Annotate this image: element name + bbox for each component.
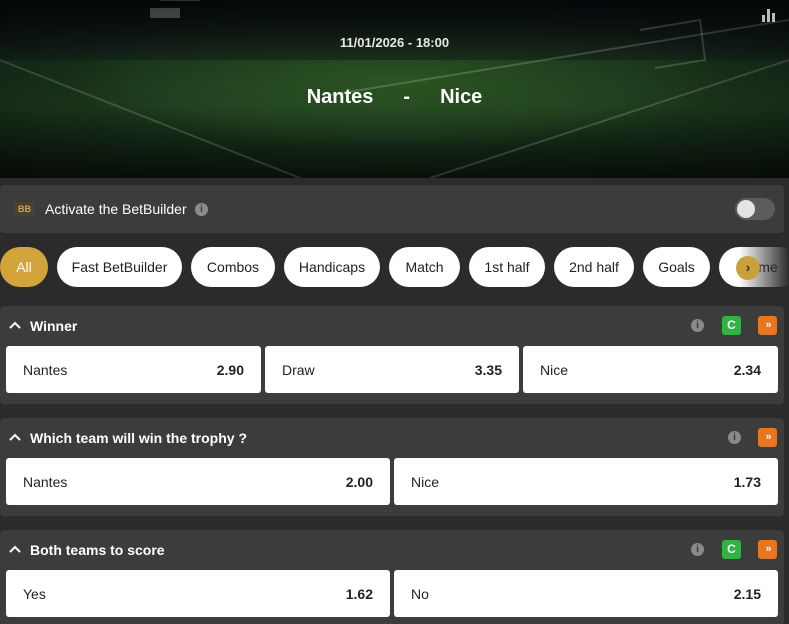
chevron-up-icon[interactable] — [8, 432, 22, 442]
outcome-label: Yes — [23, 586, 46, 602]
outcome-label: Nice — [411, 474, 440, 490]
match-teams: Nantes - Nice — [0, 86, 789, 109]
market-title: Winner — [30, 318, 78, 334]
filter-2nd-half[interactable]: 2nd half — [554, 247, 634, 287]
match-header: 11/01/2026 - 18:00 Nantes - Nice — [0, 0, 789, 178]
filter-combos[interactable]: Combos — [191, 247, 275, 287]
market-winner: Winner i C » Nantes 2.90 Draw 3.35 Nice … — [0, 306, 784, 404]
market-both-teams-score: Both teams to score i C » Yes 1.62 No 2.… — [0, 530, 784, 624]
fast-forward-icon[interactable]: » — [758, 428, 777, 447]
outcome-yes[interactable]: Yes 1.62 — [6, 570, 390, 617]
home-team-name: Nantes — [306, 86, 374, 108]
teams-separator: - — [403, 86, 411, 108]
market-title: Which team will win the trophy ? — [30, 430, 248, 446]
away-team-name: Nice — [440, 86, 483, 108]
chevron-up-icon[interactable] — [8, 320, 22, 330]
outcome-nice[interactable]: Nice 1.73 — [394, 458, 778, 505]
outcome-label: Nice — [540, 362, 569, 378]
chevron-up-icon[interactable] — [8, 544, 22, 554]
outcome-label: Nantes — [23, 362, 68, 378]
betbuilder-toggle[interactable] — [735, 198, 775, 220]
filter-match[interactable]: Match — [389, 247, 460, 287]
filter-1st-half[interactable]: 1st half — [469, 247, 545, 287]
outcome-label: No — [411, 586, 429, 602]
market-title: Both teams to score — [30, 542, 165, 558]
outcome-label: Draw — [282, 362, 315, 378]
outcome-odds: 2.15 — [733, 586, 761, 602]
info-icon[interactable]: i — [728, 431, 741, 444]
match-datetime: 11/01/2026 - 18:00 — [339, 35, 450, 50]
outcome-label: Nantes — [23, 474, 68, 490]
info-icon[interactable]: i — [691, 543, 704, 556]
cashout-icon: C — [722, 316, 741, 335]
info-icon[interactable]: i — [195, 203, 208, 216]
outcome-nice[interactable]: Nice 2.34 — [523, 346, 778, 393]
fast-forward-icon[interactable]: » — [758, 540, 777, 559]
outcome-draw[interactable]: Draw 3.35 — [265, 346, 519, 393]
betbuilder-label: Activate the BetBuilder — [45, 201, 187, 217]
cashout-icon: C — [722, 540, 741, 559]
outcome-odds: 1.73 — [733, 474, 761, 490]
outcome-odds: 2.00 — [345, 474, 373, 490]
market-trophy-winner: Which team will win the trophy ? i » Nan… — [0, 418, 784, 516]
filter-all[interactable]: All — [0, 247, 48, 287]
outcome-odds: 1.62 — [345, 586, 373, 602]
filter-handicaps[interactable]: Handicaps — [284, 247, 380, 287]
outcome-no[interactable]: No 2.15 — [394, 570, 778, 617]
fast-forward-icon[interactable]: » — [758, 316, 777, 335]
stats-icon[interactable] — [762, 6, 776, 22]
outcome-nantes[interactable]: Nantes 2.90 — [6, 346, 261, 393]
outcome-odds: 3.35 — [474, 362, 502, 378]
outcome-odds: 2.90 — [216, 362, 244, 378]
filter-goals[interactable]: Goals — [643, 247, 710, 287]
betbuilder-badge-icon: BB — [14, 202, 35, 216]
market-filter-bar: All Fast BetBuilder Combos Handicaps Mat… — [0, 245, 789, 291]
chevron-right-icon[interactable]: › — [736, 256, 760, 280]
betbuilder-bar: BB Activate the BetBuilder i — [0, 185, 784, 233]
info-icon[interactable]: i — [691, 319, 704, 332]
outcome-odds: 2.34 — [733, 362, 761, 378]
outcome-nantes[interactable]: Nantes 2.00 — [6, 458, 390, 505]
filter-fast-betbuilder[interactable]: Fast BetBuilder — [57, 247, 182, 287]
